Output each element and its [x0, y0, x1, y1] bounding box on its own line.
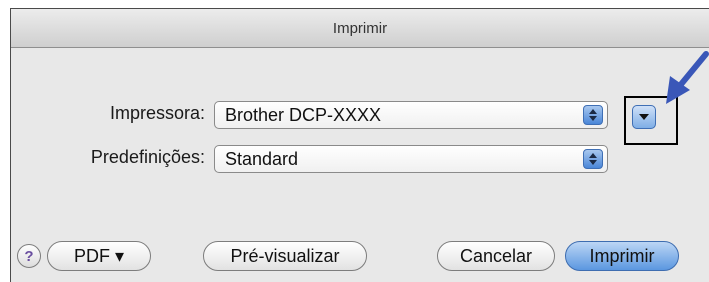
pdf-button[interactable]: PDF ▾ — [47, 241, 151, 271]
cancel-button[interactable]: Cancelar — [437, 241, 555, 271]
presets-value: Standard — [225, 148, 299, 169]
preview-button[interactable]: Pré-visualizar — [203, 241, 367, 271]
up-down-stepper-icon — [583, 149, 603, 169]
screenshot-stage: Imprimir Impressora: Brother DCP-XXXX Pr… — [0, 0, 709, 282]
print-button[interactable]: Imprimir — [565, 241, 679, 271]
pointer-arrow-icon — [666, 51, 709, 104]
printer-label: Impressora: — [109, 103, 205, 123]
title-bar: Imprimir — [11, 9, 709, 48]
up-down-stepper-icon — [583, 105, 603, 125]
presets-popup[interactable]: Standard — [214, 145, 608, 173]
printer-value: Brother DCP-XXXX — [225, 104, 382, 125]
window-title: Imprimir — [332, 19, 388, 37]
help-button[interactable]: ? — [17, 244, 41, 268]
printer-popup[interactable]: Brother DCP-XXXX — [214, 101, 608, 129]
print-dialog: Imprimir Impressora: Brother DCP-XXXX Pr… — [10, 8, 709, 282]
presets-label: Predefinições: — [90, 147, 205, 167]
